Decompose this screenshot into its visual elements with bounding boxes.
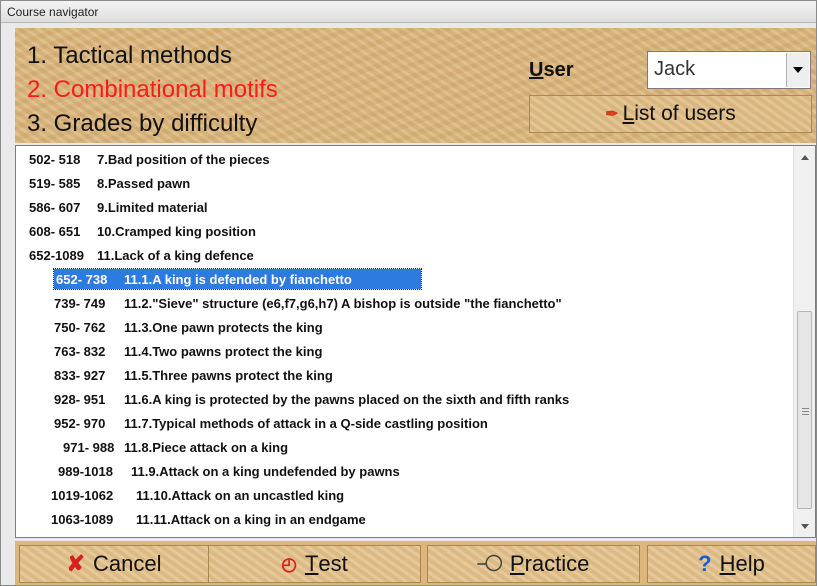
list-item-title: 11.8.Piece attack on a king [124,440,289,455]
list-item[interactable]: 652-1089 11.Lack of a king defence [16,244,791,268]
list-item-title: 10.Cramped king position [97,224,256,239]
list-item[interactable]: 763- 832 11.4.Two pawns protect the king [16,340,791,364]
list-item[interactable]: 971- 988 11.8.Piece attack on a king [16,436,791,460]
list-item-title: 9.Limited material [97,200,208,215]
list-item-title: 8.Passed pawn [97,176,191,191]
chevron-down-icon[interactable] [786,53,809,87]
list-of-users-button[interactable]: ✒ List of users [529,95,812,133]
list-item-range: 1019-1062 [51,488,114,503]
list-item[interactable]: 519- 585 8.Passed pawn [16,172,791,196]
list-item-title: 11.7.Typical methods of attack in a Q-si… [124,416,488,431]
list-item-range: 608- 651 [29,224,81,239]
list-item[interactable]: 502- 518 7.Bad position of the pieces [16,148,791,172]
list-item[interactable]: 739- 749 11.2."Sieve" structure (e6,f7,g6… [16,292,791,316]
scroll-up-icon[interactable] [794,148,815,166]
list-item-range: 763- 832 [54,344,106,359]
list-item-title: 11.6.A king is protected by the pawns pl… [124,392,570,407]
list-item-title: 11.5.Three pawns protect the king [124,368,333,383]
list-item-range: 502- 518 [29,152,81,167]
x-icon: ✘ [66,551,85,576]
footer-buttons: ✘ Cancel ◴ Test ⎯◯ Practice ? Help [15,541,816,585]
list-item-range: 739- 749 [54,296,106,311]
list-item[interactable]: 586- 607 9.Limited material [16,196,791,220]
list-item[interactable]: 833- 927 11.5.Three pawns protect the kin… [16,364,791,388]
list-item-title: 11.4.Two pawns protect the king [124,344,323,359]
list-item-range: 1063-1089 [51,512,114,527]
header-panel: 1. Tactical methods 2. Combinational mot… [15,28,816,143]
course-rows: 502- 518 7.Bad position of the pieces 519-… [16,148,791,532]
user-label: User [529,59,574,81]
list-item-range: 952- 970 [54,416,106,431]
list-item[interactable]: 989-1018 11.9.Attack on a king undefended… [16,460,791,484]
menu-combinational-motifs[interactable]: 2. Combinational motifs [27,76,278,104]
user-select-value: Jack [654,58,696,80]
list-item-range: 586- 607 [29,200,81,215]
list-item-range: 750- 762 [54,320,106,335]
help-button[interactable]: ? Help [647,545,816,583]
list-item-title: 11.2."Sieve" structure (e6,f7,g6,h7) A b… [124,296,562,311]
list-item[interactable]: 652- 738 11.1.A king is defended by fianc… [16,268,791,292]
list-item-title: 11.3.One pawn protects the king [124,320,323,335]
list-item-range: 989-1018 [58,464,113,479]
list-item-title: 7.Bad position of the pieces [97,152,270,167]
list-item[interactable]: 952- 970 11.7.Typical methods of attack i… [16,412,791,436]
course-listbox[interactable]: 502- 518 7.Bad position of the pieces 519-… [15,145,816,538]
list-item-range: 833- 927 [54,368,106,383]
course-navigator-window: Course navigator 1. Tactical methods 2. … [0,0,817,586]
list-item-title: 11.Lack of a king defence [97,248,254,263]
list-item-range: 652- 738 [56,272,108,287]
cancel-button[interactable]: ✘ Cancel [19,545,209,583]
scroll-down-icon[interactable] [794,517,815,535]
list-item-range: 519- 585 [29,176,81,191]
list-item-title: 11.1.A king is defended by fianchetto [124,272,352,287]
question-icon: ? [698,551,712,576]
vertical-scrollbar[interactable] [793,146,815,537]
clock-icon: ◴ [281,553,297,574]
users-icon: ✒ [605,106,619,123]
list-item-range: 971- 988 [63,440,115,455]
key-icon: ⎯◯ [477,555,502,572]
list-item-title: 11.10.Attack on an uncastled king [136,488,345,503]
practice-button[interactable]: ⎯◯ Practice [427,545,640,583]
list-item-title: 11.11.Attack on a king in an endgame [136,512,366,527]
list-item[interactable]: 608- 651 10.Cramped king position [16,220,791,244]
list-item-range: 928- 951 [54,392,106,407]
list-item[interactable]: 928- 951 11.6.A king is protected by the … [16,388,791,412]
menu-grades-by-difficulty[interactable]: 3. Grades by difficulty [27,110,257,138]
list-item-range: 652-1089 [29,248,84,263]
list-item[interactable]: 750- 762 11.3.One pawn protects the king [16,316,791,340]
test-button[interactable]: ◴ Test [208,545,421,583]
scrollbar-thumb[interactable] [797,311,812,509]
window-title: Course navigator [1,1,816,23]
user-select[interactable]: Jack [647,51,811,89]
menu-tactical-methods[interactable]: 1. Tactical methods [27,42,232,70]
list-item[interactable]: 1063-1089 11.11.Attack on a king in an en… [16,508,791,532]
list-item[interactable]: 1019-1062 11.10.Attack on an uncastled ki… [16,484,791,508]
list-item-title: 11.9.Attack on a king undefended by pawn… [131,464,400,479]
